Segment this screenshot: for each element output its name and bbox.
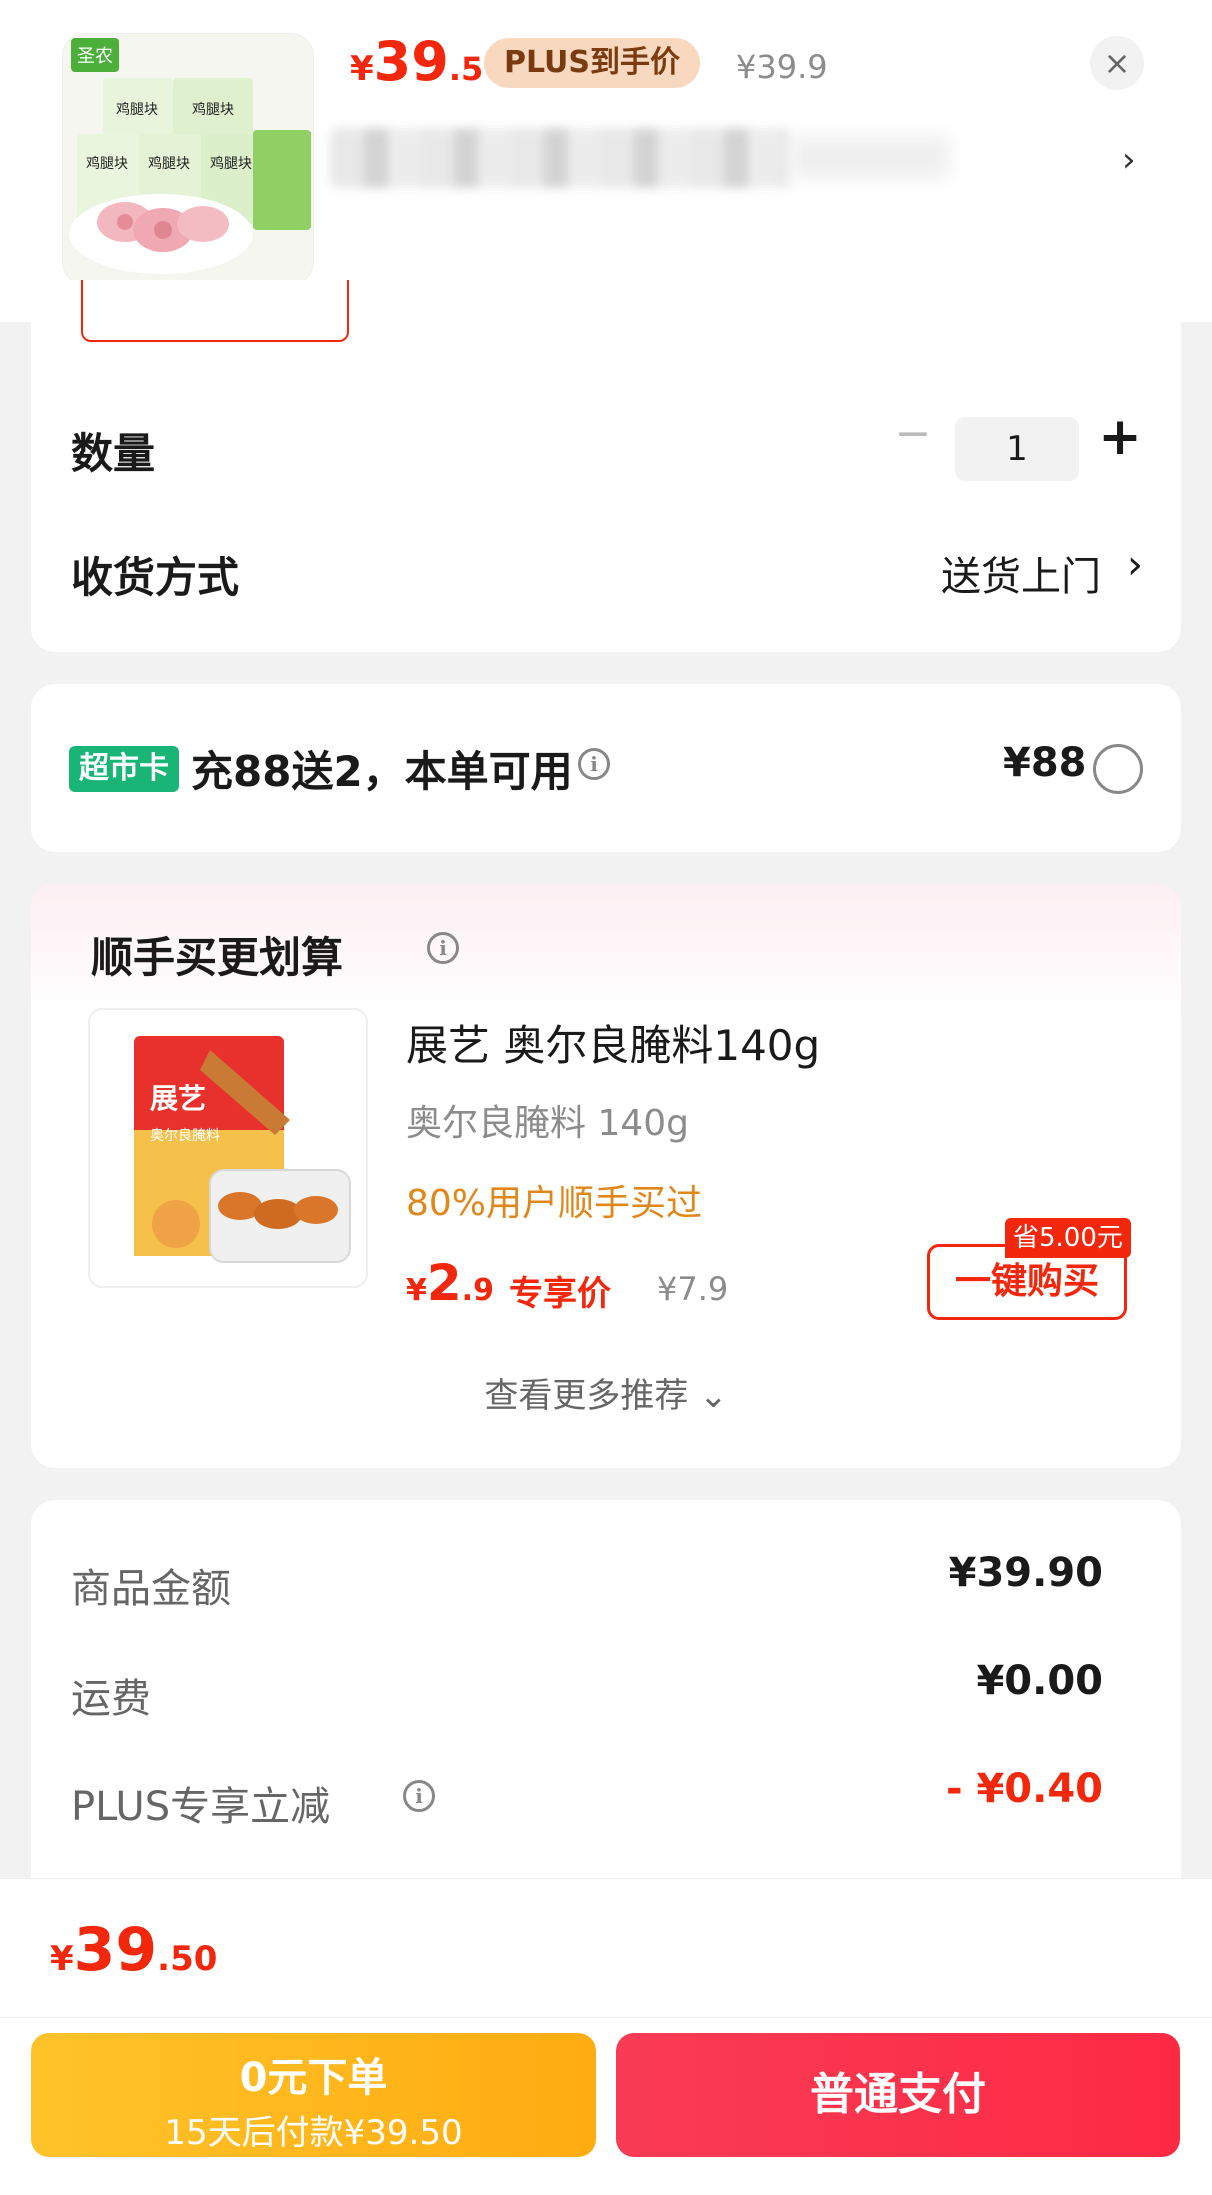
recommend-item-image[interactable]: 展艺 奥尔良腌料 — [88, 1008, 368, 1288]
supermarket-info-icon[interactable]: i — [578, 748, 610, 780]
goods-amount-value: ¥39.90 — [948, 1550, 1103, 1596]
shipping-label: 运费 — [71, 1676, 151, 1722]
recommend-item-hint: 80%用户顺手买过 — [406, 1183, 703, 1224]
rec-price-yen: ¥ — [406, 1273, 427, 1308]
goods-amount-label: 商品金额 — [71, 1566, 231, 1612]
total-yen: ¥ — [50, 1939, 74, 1979]
product-image: 圣农 鸡腿块 鸡腿块 鸡腿块 鸡腿块 鸡腿块 — [63, 34, 313, 284]
recommend-title: 顺手买更划算 — [91, 933, 344, 982]
save-amount-badge: 省5.00元 — [1005, 1218, 1131, 1258]
total-integer: 39 — [73, 1915, 158, 1985]
shipping-value: ¥0.00 — [976, 1658, 1103, 1704]
spec-chevron-right-icon[interactable]: › — [1122, 140, 1136, 180]
quantity-minus-button[interactable]: − — [893, 412, 933, 456]
img-brand: 展艺 — [150, 1082, 206, 1115]
rec-price-decimal: .9 — [461, 1273, 494, 1308]
rec-price-integer: 2 — [426, 1254, 462, 1312]
options-card: 数量 − 1 + 收货方式 送货上门 › — [31, 280, 1181, 652]
close-icon[interactable]: × — [1090, 36, 1144, 90]
total-price: ¥39.50 — [50, 1915, 217, 1985]
pay-later-button[interactable]: 0元下单 15天后付款¥39.50 — [31, 2033, 596, 2157]
delivery-method-value[interactable]: 送货上门 — [941, 544, 1101, 602]
seasoning-package-image: 展艺 奥尔良腌料 — [90, 1010, 366, 1286]
supermarket-price: ¥88 — [1003, 740, 1087, 786]
price-yen: ¥ — [350, 49, 374, 89]
quantity-plus-button[interactable]: + — [1097, 411, 1143, 463]
spec-tag-partial — [81, 280, 349, 342]
pay-later-title: 0元下单 — [239, 2055, 388, 2101]
total-decimal: .50 — [157, 1939, 218, 1979]
product-thumbnail: 圣农 鸡腿块 鸡腿块 鸡腿块 鸡腿块 鸡腿块 — [63, 34, 313, 284]
plus-discount-label: PLUS专享立减 — [71, 1784, 331, 1830]
footer-divider — [0, 2017, 1212, 2018]
more-recommendations-link[interactable]: 查看更多推荐 ⌄ — [31, 1368, 1181, 1417]
delivery-label: 收货方式 — [71, 553, 240, 602]
blurred-spec-text — [330, 128, 790, 188]
price-integer: 39 — [373, 30, 449, 93]
plus-price-tag: PLUS到手价 — [484, 38, 701, 88]
supermarket-badge: 超市卡 — [69, 746, 179, 792]
recommend-item-price: ¥2.9 — [406, 1254, 494, 1312]
recommend-item-name[interactable]: 展艺 奥尔良腌料140g — [406, 1012, 820, 1073]
recommend-card: 顺手买更划算 i 展艺 奥尔良腌料 展艺 奥尔良腌料140g 奥尔良腌料 140… — [31, 884, 1181, 1468]
recommend-original-price: ¥7.9 — [657, 1270, 729, 1308]
blurred-spec-text-2 — [790, 135, 950, 179]
thumb-label-3: 鸡腿块 — [86, 155, 128, 172]
product-header: 圣农 鸡腿块 鸡腿块 鸡腿块 鸡腿块 鸡腿块 ¥39.5 PLUS到手价 ¥39… — [0, 0, 1212, 322]
thumb-label-4: 鸡腿块 — [148, 155, 190, 172]
supermarket-radio[interactable] — [1093, 744, 1143, 794]
quantity-label: 数量 — [71, 429, 156, 478]
supermarket-offer-text: 充88送2，本单可用 — [191, 747, 573, 796]
thumb-label-2: 鸡腿块 — [192, 101, 234, 118]
checkout-bar: ¥39.50 0元下单 15天后付款¥39.50 普通支付 — [0, 1878, 1212, 2195]
original-price: ¥39.9 — [736, 48, 828, 86]
exclusive-price-label: 专享价 — [509, 1274, 611, 1314]
delivery-chevron-right-icon[interactable]: › — [1127, 542, 1143, 588]
thumb-label-5: 鸡腿块 — [210, 155, 252, 172]
img-text: 奥尔良腌料 — [150, 1127, 220, 1144]
thumb-label-1: 鸡腿块 — [116, 101, 158, 118]
price-summary-card: 商品金额 ¥39.90 运费 ¥0.00 PLUS专享立减 i - ¥0.40 — [31, 1500, 1181, 1920]
plus-discount-info-icon[interactable]: i — [403, 1780, 435, 1812]
recommend-item-spec: 奥尔良腌料 140g — [406, 1103, 690, 1144]
price-decimal: .5 — [448, 50, 484, 88]
current-price: ¥39.5 — [350, 30, 483, 93]
recommend-info-icon[interactable]: i — [427, 932, 459, 964]
plus-discount-value: - ¥0.40 — [945, 1766, 1103, 1812]
normal-pay-button[interactable]: 普通支付 — [616, 2033, 1180, 2157]
quantity-input[interactable]: 1 — [955, 417, 1079, 481]
pay-later-subtitle: 15天后付款¥39.50 — [164, 2113, 463, 2153]
thumb-brand: 圣农 — [77, 46, 113, 67]
